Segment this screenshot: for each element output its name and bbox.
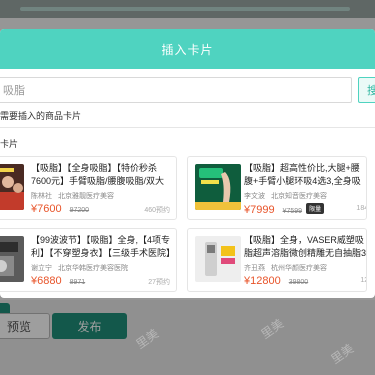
card-title: 【吸脂】【全身吸脂】【特价秒杀7600元】手臂吸脂/腰腹吸脂/双大腿吸脂 (31, 163, 165, 186)
card-doctor: 陈林社 (31, 193, 52, 200)
insert-card-modal: 插入卡片 吸脂 搜 需要插入的商品卡片 卡片 【吸脂】【全身吸脂】【特价秒杀76… (0, 29, 375, 298)
card-price-value: ¥12800 (244, 275, 281, 287)
product-card[interactable]: 【99波波节】【吸脂】全身,【4项专利】【不穿塑身衣】【三级手术医院】 谢立宁北… (0, 228, 177, 292)
product-device-icon (195, 236, 241, 282)
product-poster-icon (195, 164, 241, 210)
card-sales: 27预约 (148, 279, 170, 286)
modal-title: 插入卡片 (0, 29, 375, 69)
insert-hint: 需要插入的商品卡片 (0, 111, 82, 121)
card-meta: 陈林社 北京雅靓医疗美容 (31, 191, 120, 201)
card-hospital: 北京华韩医疗美容医院 (58, 265, 128, 272)
card-tag: 限量 (306, 203, 325, 214)
card-hospital: 北京知音医疗美容 (271, 193, 327, 200)
card-meta: 谢立宁 北京华韩医疗美容医院 (31, 263, 134, 273)
card-sales: 460预约 (144, 207, 170, 214)
search-button[interactable]: 搜 (358, 77, 375, 103)
card-original-price: 97200 (69, 207, 90, 214)
card-sales: 123 (360, 277, 366, 284)
divider (0, 127, 375, 128)
product-thumbnail (195, 164, 241, 210)
search-row: 吸脂 搜 (0, 77, 375, 103)
card-original-price: ¥7599 (282, 208, 303, 215)
card-doctor: 齐丑燕 (244, 265, 265, 272)
card-original-price: 39800 (288, 279, 309, 286)
card-meta: 李文波 北京知音医疗美容 (244, 191, 333, 201)
card-price: ¥7999 ¥7599 限量 (244, 203, 325, 216)
search-input[interactable]: 吸脂 (0, 77, 352, 103)
card-hospital: 北京雅靓医疗美容 (58, 193, 114, 200)
product-thumbnail (195, 236, 241, 282)
section-label: 卡片 (0, 139, 19, 149)
product-photo-icon (0, 164, 24, 210)
product-card[interactable]: 【吸脂】超高性价比,大腿+腰腹+手臂小腿环吸4选3,全身吸脂精雕,正规大机 李文… (187, 156, 367, 220)
product-card[interactable]: 【吸脂】【全身吸脂】【特价秒杀7600元】手臂吸脂/腰腹吸脂/双大腿吸脂 陈林社… (0, 156, 177, 220)
card-price-value: ¥7999 (244, 204, 275, 216)
product-thumbnail (0, 164, 24, 210)
product-thumbnail (0, 236, 24, 282)
card-title: 【吸脂】全身，VASER威塑吸脂超声溶脂微创精雕无自抽脂3天洗澡瘦全身 (244, 235, 367, 258)
card-original-price: 8971 (69, 279, 86, 286)
card-sales: 1840 (356, 205, 366, 212)
card-meta: 齐丑燕 杭州华颜医疗美容 (244, 263, 333, 273)
card-price-value: ¥6880 (31, 275, 62, 287)
card-price: ¥12800 39800 (244, 275, 308, 287)
card-price-value: ¥7600 (31, 203, 62, 215)
card-doctor: 谢立宁 (31, 265, 52, 272)
product-photo-icon (0, 236, 24, 282)
card-price: ¥6880 8971 (31, 275, 85, 287)
card-doctor: 李文波 (244, 193, 265, 200)
card-title: 【99波波节】【吸脂】全身,【4项专利】【不穿塑身衣】【三级手术医院】 (31, 235, 171, 258)
card-price: ¥7600 97200 (31, 203, 89, 215)
card-title: 【吸脂】超高性价比,大腿+腰腹+手臂小腿环吸4选3,全身吸脂精雕,正规大机 (244, 163, 361, 186)
card-hospital: 杭州华颜医疗美容 (271, 265, 327, 272)
product-card[interactable]: 【吸脂】全身，VASER威塑吸脂超声溶脂微创精雕无自抽脂3天洗澡瘦全身 齐丑燕杭… (187, 228, 367, 292)
